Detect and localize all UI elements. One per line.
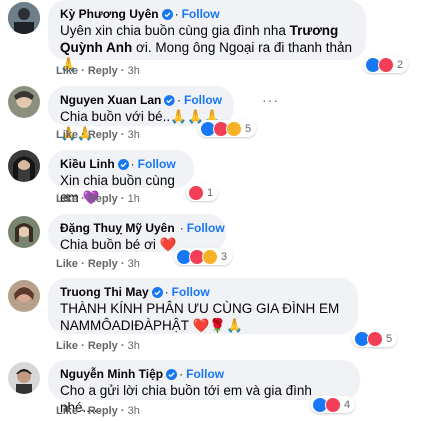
emoji: ❤️ [159, 237, 177, 252]
reaction-summary[interactable]: 3 [174, 248, 233, 265]
follow-button[interactable]: Follow [187, 220, 225, 236]
timestamp[interactable]: 3h [128, 65, 140, 77]
comment-text: THÀNH KÍNH PHÂN ƯU CÙNG GIA ĐÌNH EM NAMM… [60, 301, 340, 333]
commenter-name[interactable]: Kỳ Phương Uyên [60, 6, 159, 22]
comment-4: Đặng Thuỵ Mỹ Uyên · Follow Chia buồn bé … [0, 210, 426, 270]
timestamp[interactable]: 1h [128, 193, 140, 205]
comment-bubble: Kỳ Phương Uyên · Follow Uyên xin chia bu… [48, 0, 366, 72]
timestamp[interactable]: 3h [128, 129, 140, 141]
verified-badge-icon [164, 95, 175, 106]
sad-reaction-icon [226, 120, 242, 137]
avatar[interactable] [8, 280, 40, 312]
comment-bubble: Kiều Linh · Follow Xin chia buồn cùng em… [48, 150, 194, 205]
commenter-name[interactable]: Kiều Linh [60, 156, 115, 172]
follow-button[interactable]: Follow [138, 156, 176, 172]
comment-actions: Like · Reply · 3h [56, 129, 140, 141]
comment-1: Kỳ Phương Uyên · Follow Uyên xin chia bu… [0, 0, 426, 80]
verified-badge-icon [162, 9, 173, 20]
comment-actions: Like · Reply · 3h [56, 340, 140, 352]
avatar[interactable] [8, 2, 40, 34]
verified-badge-icon [118, 159, 129, 170]
reaction-summary[interactable]: 1 [186, 184, 219, 201]
reply-button[interactable]: Reply [88, 405, 118, 417]
separator: · [174, 7, 179, 21]
comment-6: Nguyễn Minh Tiệp · Follow Cho a gửi lời … [0, 358, 426, 421]
comment-2: Nguyen Xuan Lan · Follow Chia buồn với b… [0, 80, 426, 146]
reply-button[interactable]: Reply [88, 129, 118, 141]
like-button[interactable]: Like [56, 405, 78, 417]
timestamp[interactable]: 3h [128, 340, 140, 352]
like-button[interactable]: Like [56, 340, 78, 352]
reply-button[interactable]: Reply [88, 340, 118, 352]
avatar[interactable] [8, 150, 40, 182]
reaction-summary[interactable]: 4 [310, 396, 356, 413]
commenter-name[interactable]: Truong Thi May [60, 284, 149, 300]
reply-button[interactable]: Reply [88, 258, 118, 270]
commenter-name[interactable]: Nguyen Xuan Lan [60, 92, 161, 108]
follow-button[interactable]: Follow [172, 284, 210, 300]
reaction-count: 5 [386, 332, 393, 345]
heart-reaction-icon [367, 330, 383, 347]
comment-actions: Like · Reply · 3h [56, 405, 140, 417]
follow-button[interactable]: Follow [184, 92, 222, 108]
comment-5: Truong Thi May · Follow THÀNH KÍNH PHÂN … [0, 276, 426, 356]
reaction-count: 4 [344, 398, 351, 411]
follow-button[interactable]: Follow [182, 6, 220, 22]
timestamp[interactable]: 3h [128, 258, 140, 270]
comment-bubble: Nguyễn Minh Tiệp · Follow Cho a gửi lời … [48, 360, 360, 415]
heart-reaction-icon [378, 56, 394, 73]
reaction-summary[interactable]: 2 [363, 56, 409, 73]
sad-reaction-icon [202, 248, 218, 265]
like-button[interactable]: Like [56, 258, 78, 270]
verified-badge-icon [166, 369, 177, 380]
reaction-summary[interactable]: 5 [198, 120, 257, 137]
avatar[interactable] [8, 86, 40, 118]
reaction-summary[interactable]: 5 [352, 330, 398, 347]
comment-3: Kiều Linh · Follow Xin chia buồn cùng em… [0, 146, 426, 205]
reaction-count: 2 [397, 58, 404, 71]
commenter-name[interactable]: Nguyễn Minh Tiệp [60, 366, 163, 382]
comment-actions: Like · Reply · 3h [56, 258, 140, 270]
reply-button[interactable]: Reply [88, 65, 118, 77]
comment-bubble: Truong Thi May · Follow THÀNH KÍNH PHÂN … [48, 278, 358, 334]
avatar[interactable] [8, 362, 40, 394]
comment-actions: Like · Reply · 1h [56, 193, 140, 205]
reaction-count: 3 [221, 250, 228, 263]
comment-bubble: Đặng Thuỵ Mỹ Uyên · Follow Chia buồn bé … [48, 214, 226, 252]
like-button[interactable]: Like [56, 129, 78, 141]
reaction-count: 5 [245, 122, 252, 135]
heart-reaction-icon [188, 184, 204, 201]
like-button[interactable]: Like [56, 193, 78, 205]
commenter-name[interactable]: Đặng Thuỵ Mỹ Uyên [60, 220, 175, 236]
timestamp[interactable]: 3h [128, 405, 140, 417]
like-button[interactable]: Like [56, 65, 78, 77]
reaction-count: 1 [207, 186, 214, 199]
emoji: ❤️🌹🙏 [192, 318, 243, 333]
verified-badge-icon [152, 287, 163, 298]
reply-button[interactable]: Reply [88, 193, 118, 205]
more-options-icon[interactable]: ··· [262, 92, 279, 108]
avatar[interactable] [8, 216, 40, 248]
follow-button[interactable]: Follow [186, 366, 224, 382]
comment-actions: Like · Reply · 3h [56, 65, 140, 77]
heart-reaction-icon [325, 396, 341, 413]
